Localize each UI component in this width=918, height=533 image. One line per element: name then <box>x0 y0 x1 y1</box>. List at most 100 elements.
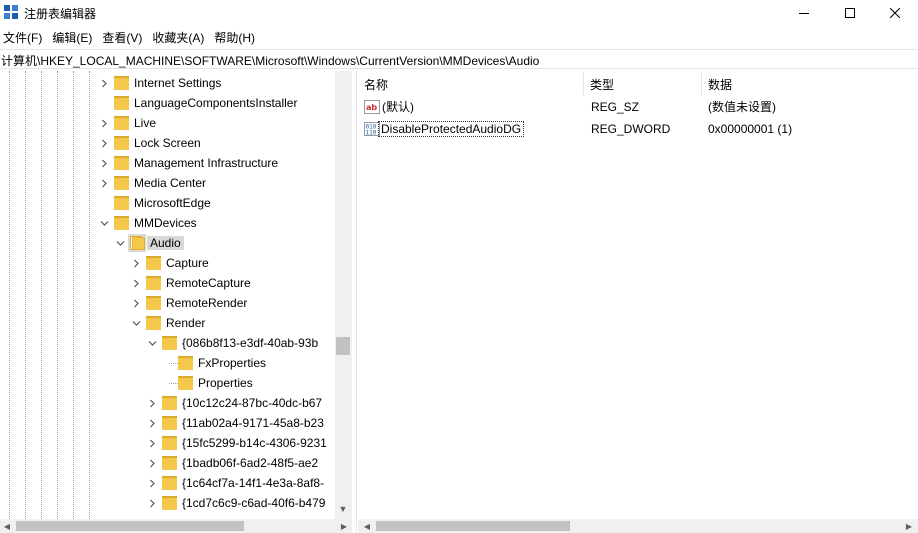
list-hscroll-thumb[interactable] <box>376 521 570 531</box>
list-horizontal-scrollbar[interactable]: ◀ ▶ <box>358 519 918 533</box>
tree-item[interactable]: RemoteRender <box>0 293 335 313</box>
tree-item[interactable]: MMDevices <box>0 213 335 233</box>
scroll-left-arrow-icon[interactable]: ◀ <box>0 519 14 533</box>
tree-item-label: Management Infrastructure <box>134 156 279 170</box>
column-header-name[interactable]: 名称 <box>358 71 584 95</box>
close-button[interactable] <box>872 0 918 26</box>
tree-item[interactable]: {1badb06f-6ad2-48f5-ae2 <box>0 453 335 473</box>
title-bar: 注册表编辑器 <box>0 0 918 26</box>
tree-item[interactable]: MicrosoftEdge <box>0 193 335 213</box>
folder-icon <box>146 316 161 330</box>
minimize-button[interactable] <box>781 0 827 26</box>
string-value-icon: ab <box>364 100 380 114</box>
tree-item-label: MicrosoftEdge <box>134 196 211 210</box>
tree-item-label: Media Center <box>134 176 207 190</box>
tree-horizontal-scrollbar[interactable]: ◀ ▶ <box>0 519 351 533</box>
scroll-left-arrow-icon[interactable]: ◀ <box>360 519 374 533</box>
value-data: 0x00000001 (1) <box>708 122 793 136</box>
chevron-right-icon[interactable] <box>146 456 158 470</box>
tree-item[interactable]: Media Center <box>0 173 335 193</box>
menu-edit[interactable]: 编辑(E) <box>48 27 98 47</box>
menu-file[interactable]: 文件(F) <box>0 27 48 47</box>
tree-item[interactable]: {15fc5299-b14c-4306-9231 <box>0 433 335 453</box>
tree-item[interactable]: Internet Settings <box>0 73 335 93</box>
folder-icon <box>162 456 177 470</box>
chevron-right-icon[interactable] <box>146 436 158 450</box>
svg-text:ab: ab <box>366 103 377 112</box>
tree-item-label: {15fc5299-b14c-4306-9231 <box>182 436 327 450</box>
chevron-right-icon[interactable] <box>130 256 142 270</box>
tree-item-label: RemoteRender <box>166 296 248 310</box>
chevron-right-icon[interactable] <box>146 476 158 490</box>
value-row[interactable]: 010 110 DisableProtectedAudioDG REG_DWOR… <box>358 119 918 139</box>
scroll-right-arrow-icon[interactable]: ▶ <box>902 519 916 533</box>
value-type: REG_SZ <box>591 100 640 114</box>
chevron-right-icon[interactable] <box>98 156 110 170</box>
scroll-down-arrow-icon[interactable]: ▼ <box>335 501 351 517</box>
chevron-right-icon[interactable] <box>98 116 110 130</box>
tree-vertical-scrollbar[interactable]: ▼ <box>335 71 351 519</box>
chevron-right-icon[interactable] <box>98 136 110 150</box>
menu-help[interactable]: 帮助(H) <box>210 27 261 47</box>
minimize-icon <box>799 13 809 14</box>
chevron-down-icon[interactable] <box>114 236 126 250</box>
window-title: 注册表编辑器 <box>24 7 97 21</box>
tree-item-label: Audio <box>147 236 184 250</box>
tree-item[interactable]: LanguageComponentsInstaller <box>0 93 335 113</box>
scroll-right-arrow-icon[interactable]: ▶ <box>337 519 351 533</box>
folder-icon <box>146 296 161 310</box>
column-header-type[interactable]: 类型 <box>584 71 702 95</box>
tree-item[interactable]: Live <box>0 113 335 133</box>
folder-icon <box>162 496 177 510</box>
tree-item-label: {11ab02a4-9171-45a8-b23 <box>182 416 324 430</box>
chevron-down-icon[interactable] <box>98 216 110 230</box>
tree-item[interactable]: Properties <box>0 373 335 393</box>
chevron-right-icon[interactable] <box>98 176 110 190</box>
maximize-button[interactable] <box>827 0 873 26</box>
close-icon <box>890 8 900 18</box>
tree-hscroll-thumb[interactable] <box>16 521 244 531</box>
chevron-right-icon[interactable] <box>146 396 158 410</box>
tree-item-label: {086b8f13-e3df-40ab-93b <box>182 336 319 350</box>
folder-icon <box>146 276 161 290</box>
column-header-data[interactable]: 数据 <box>702 71 918 95</box>
folder-icon <box>162 396 177 410</box>
tree-item-label: FxProperties <box>198 356 267 370</box>
tree-item-label: Properties <box>198 376 253 390</box>
tree-item-label: {10c12c24-87bc-40dc-b67 <box>182 396 323 410</box>
tree-item[interactable]: {10c12c24-87bc-40dc-b67 <box>0 393 335 413</box>
menu-favorites[interactable]: 收藏夹(A) <box>148 27 210 47</box>
folder-icon <box>162 416 177 430</box>
value-type: REG_DWORD <box>591 122 671 136</box>
pane-splitter[interactable] <box>351 71 357 533</box>
values-list: 名称 类型 数据 ab (默认) REG_SZ (数值未设置) 010 110 … <box>358 71 918 519</box>
tree-item[interactable]: FxProperties <box>0 353 335 373</box>
folder-icon <box>114 76 129 90</box>
tree-item[interactable]: Management Infrastructure <box>0 153 335 173</box>
tree-item[interactable]: {1cd7c6c9-c6ad-40f6-b479 <box>0 493 335 513</box>
tree-item[interactable]: RemoteCapture <box>0 273 335 293</box>
tree-item[interactable]: Lock Screen <box>0 133 335 153</box>
chevron-right-icon[interactable] <box>98 76 110 90</box>
key-tree[interactable]: Internet Settings LanguageComponentsInsta… <box>0 71 351 519</box>
value-row[interactable]: ab (默认) REG_SZ (数值未设置) <box>358 97 918 117</box>
chevron-down-icon[interactable] <box>146 336 158 350</box>
chevron-right-icon[interactable] <box>130 276 142 290</box>
tree-item[interactable]: {1c64cf7a-14f1-4e3a-8af8- <box>0 473 335 493</box>
folder-icon <box>114 116 129 130</box>
chevron-right-icon[interactable] <box>146 416 158 430</box>
tree-item-label: {1c64cf7a-14f1-4e3a-8af8- <box>182 476 325 490</box>
tree-item[interactable]: Render <box>0 313 335 333</box>
chevron-down-icon[interactable] <box>130 316 142 330</box>
chevron-right-icon[interactable] <box>130 296 142 310</box>
address-bar[interactable]: 计算机\HKEY_LOCAL_MACHINE\SOFTWARE\Microsof… <box>0 49 918 69</box>
tree-item[interactable]: Audio <box>0 233 335 253</box>
chevron-right-icon[interactable] <box>146 496 158 510</box>
svg-text:110: 110 <box>366 130 377 137</box>
tree-item[interactable]: {11ab02a4-9171-45a8-b23 <box>0 413 335 433</box>
tree-item[interactable]: Capture <box>0 253 335 273</box>
tree-item-label: {1badb06f-6ad2-48f5-ae2 <box>182 456 319 470</box>
menu-view[interactable]: 查看(V) <box>98 27 148 47</box>
tree-scroll-thumb[interactable] <box>336 337 350 355</box>
tree-item[interactable]: {086b8f13-e3df-40ab-93b <box>0 333 335 353</box>
